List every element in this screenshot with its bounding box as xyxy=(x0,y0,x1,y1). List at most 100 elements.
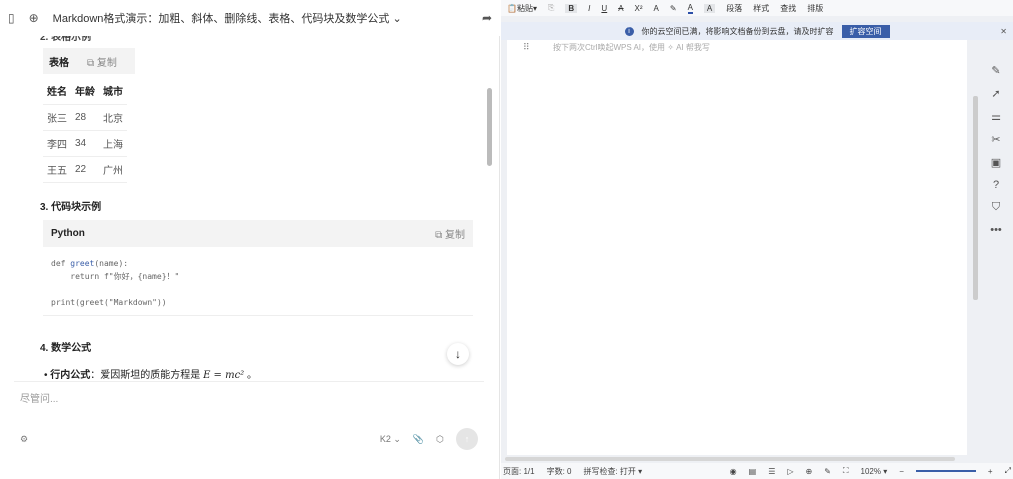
scroll-down-button[interactable]: ↓ xyxy=(447,343,469,365)
styles-menu[interactable]: 样式 xyxy=(753,3,769,14)
code-token: greet xyxy=(70,259,95,268)
outline-icon[interactable]: ☰ xyxy=(768,467,775,476)
cell: 北京 xyxy=(99,104,127,131)
page-count: 页面: 1/1 xyxy=(503,466,535,476)
model-selector[interactable]: K2 ⌄ xyxy=(380,434,401,445)
fit-icon[interactable]: ⛶ xyxy=(843,466,849,476)
cube-icon[interactable]: ⬡ xyxy=(436,434,444,445)
code-language: Python xyxy=(51,228,85,239)
notice-text: 你的云空间已满，将影响文档备份到云盘，请及时扩容 xyxy=(641,26,834,36)
table-row: 李四 34 上海 xyxy=(43,130,127,157)
font-color-button[interactable]: A xyxy=(687,3,693,14)
info-icon: i xyxy=(624,26,634,36)
zoom-out-button[interactable]: − xyxy=(899,467,904,476)
ribbon-toolbar: 📋粘贴▾ ⎘ B I U A X² A ✎ A A 段落 样式 查找 排版 xyxy=(501,0,1013,16)
zoom-slider[interactable] xyxy=(915,470,976,472)
code-line: print(greet("Markdown")) xyxy=(51,298,167,307)
settings-sliders-icon[interactable]: ⚙ xyxy=(20,434,28,445)
col-header: 姓名 xyxy=(43,78,71,105)
section-heading: 3. 代码块示例 xyxy=(40,202,102,213)
zoom-in-button[interactable]: + xyxy=(988,467,993,476)
shirt-icon[interactable]: ⛉ xyxy=(992,201,1000,214)
expand-space-button[interactable]: 扩容空间 xyxy=(841,24,890,38)
code-token: def xyxy=(51,259,71,268)
help-icon[interactable]: ? xyxy=(993,179,999,191)
model-label: K2 xyxy=(379,433,391,444)
input-placeholder: 尽管问... xyxy=(20,394,59,405)
chat-input[interactable]: 尽管问... ⚙ K2 ⌄ 📎 ⬡ ↑ xyxy=(14,381,484,456)
table-label: 表格 xyxy=(49,57,69,69)
copy-table-button[interactable]: ⧉ 复制 xyxy=(87,54,117,69)
underline-button[interactable]: U xyxy=(601,4,607,13)
web-icon[interactable]: ⊕ xyxy=(806,467,813,476)
pen-icon[interactable]: ✎ xyxy=(824,467,831,476)
status-bar: 页面: 1/1 字数: 0 拼写检查: 打开 ▾ ◉ ▤ ☰ ▷ ⊕ ✎ ⛶ 1… xyxy=(501,463,1013,479)
section-heading: 4. 数学公式 xyxy=(40,343,92,354)
cell: 广州 xyxy=(99,156,127,183)
horizontal-scrollbar[interactable] xyxy=(505,457,955,461)
cursor-icon[interactable]: ➚ xyxy=(991,87,1000,100)
format-painter-icon[interactable]: ⎘ xyxy=(548,3,554,13)
close-icon[interactable]: ✕ xyxy=(1000,27,1007,36)
spell-label: 拼写检查: 打开 xyxy=(583,466,636,476)
wps-editor: 📋粘贴▾ ⎘ B I U A X² A ✎ A A 段落 样式 查找 排版 i … xyxy=(501,0,1013,479)
code-content: def greet(name): return f"你好，{name}！" pr… xyxy=(43,247,473,319)
zoom-level[interactable]: 102% ▾ xyxy=(861,467,888,476)
chat-panel: ▯ ⊕ Markdown格式演示：加粗、斜体、删除线、表格、代码块及数学公式 ⌄… xyxy=(0,0,500,479)
copy-code-button[interactable]: ⧉ 复制 xyxy=(435,226,465,241)
cloud-full-banner: i 你的云空间已满，将影响文档备份到云盘，请及时扩容 扩容空间 ✕ xyxy=(501,22,1013,40)
col-header: 城市 xyxy=(99,78,127,105)
doc-scrollbar[interactable] xyxy=(973,96,978,300)
bullet-label: 行内公式 xyxy=(50,370,91,381)
bold-button[interactable]: B xyxy=(565,3,578,13)
send-button[interactable]: ↑ xyxy=(456,428,478,450)
paragraph-menu[interactable]: 段落 xyxy=(726,3,742,14)
sidebar-toggle-icon[interactable]: ▯ xyxy=(8,12,15,24)
zoom-label: 102% xyxy=(860,466,881,476)
arrow-down-icon: ↓ xyxy=(455,347,461,361)
more-icon[interactable]: ••• xyxy=(990,224,1002,236)
chat-title[interactable]: Markdown格式演示：加粗、斜体、删除线、表格、代码块及数学公式 ⌄ xyxy=(53,10,468,26)
text-effect-button[interactable]: A xyxy=(654,4,659,13)
chat-title-text: Markdown格式演示：加粗、斜体、删除线、表格、代码块及数学公式 xyxy=(52,13,390,25)
chat-scrollbar[interactable] xyxy=(487,88,492,166)
fullscreen-icon[interactable]: ⤢ xyxy=(1005,466,1011,476)
strikethrough-button[interactable]: A xyxy=(618,4,623,13)
new-chat-icon[interactable]: ⊕ xyxy=(29,12,39,24)
attach-icon[interactable]: 📎 xyxy=(413,434,424,445)
char-shading-button[interactable]: A xyxy=(703,3,716,13)
col-header: 年龄 xyxy=(71,78,99,105)
highlight-icon[interactable]: ✎ xyxy=(670,4,677,13)
layout-menu[interactable]: 排版 xyxy=(807,3,823,14)
tools-icon[interactable]: ✂ xyxy=(991,133,1000,146)
drag-handle-icon[interactable]: ⠿ xyxy=(523,42,530,53)
pen-icon[interactable]: ✎ xyxy=(991,64,1000,77)
eye-icon[interactable]: ◉ xyxy=(730,467,737,476)
cell: 34 xyxy=(71,130,99,157)
right-sidebar: ✎ ➚ ⚌ ✂ ▣ ? ⛉ ••• xyxy=(979,40,1013,236)
cell: 张三 xyxy=(43,104,71,131)
spell-check[interactable]: 拼写检查: 打开 ▾ xyxy=(583,466,642,477)
find-menu[interactable]: 查找 xyxy=(780,3,796,14)
cell: 28 xyxy=(71,104,99,131)
italic-button[interactable]: I xyxy=(588,4,590,13)
document-page[interactable]: ⠿ 按下两次Ctrl唤起WPS AI，使用 ✧ AI 帮我写 xyxy=(507,40,967,455)
copy-label: 复制 xyxy=(445,230,465,241)
code-token: (name): xyxy=(94,259,129,268)
page-view-icon[interactable]: ▤ xyxy=(749,467,757,476)
cell: 上海 xyxy=(99,130,127,157)
sliders-icon[interactable]: ⚌ xyxy=(991,110,1001,123)
play-icon[interactable]: ▷ xyxy=(787,467,793,476)
arrow-up-icon: ↑ xyxy=(464,434,470,444)
formula: E = mc² xyxy=(203,370,245,381)
code-line: return f"你好，{name}！" xyxy=(51,272,180,281)
superscript-button[interactable]: X² xyxy=(635,4,643,13)
share-icon[interactable]: ➦ xyxy=(482,12,492,24)
bullet-text: ：爱因斯坦的质能方程是 xyxy=(90,370,204,381)
data-table: 姓名 年龄 城市 张三 28 北京 李四 34 上海 王五 22 广州 xyxy=(43,78,127,183)
label: 粘贴 xyxy=(516,3,533,13)
cell: 李四 xyxy=(43,130,71,157)
cell: 王五 xyxy=(43,156,71,183)
paste-button[interactable]: 📋粘贴▾ xyxy=(507,3,537,14)
image-icon[interactable]: ▣ xyxy=(991,156,1001,169)
